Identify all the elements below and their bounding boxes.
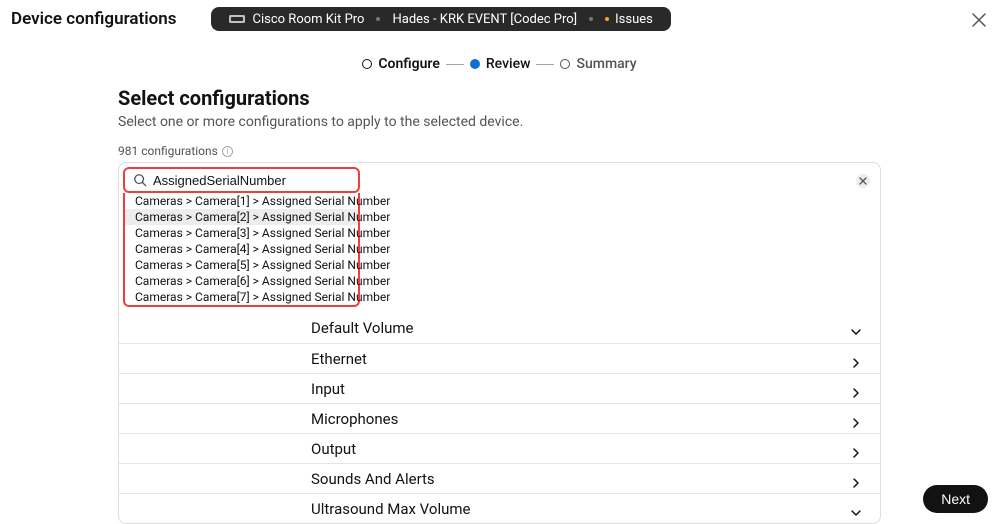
step-label: Summary xyxy=(576,56,636,72)
row-label: Input xyxy=(311,380,345,398)
step-configure: Configure xyxy=(362,56,439,72)
device-name: Hades - KRK EVENT [Codec Pro] xyxy=(392,12,577,27)
separator-dot-icon xyxy=(589,17,593,21)
suggestion-item[interactable]: Cameras > Camera[5] > Assigned Serial Nu… xyxy=(125,257,358,273)
clear-search-button[interactable] xyxy=(856,174,870,188)
close-icon xyxy=(971,12,987,28)
row-microphones[interactable]: Microphones xyxy=(119,403,880,433)
config-rows: Default Volume Ethernet Input Microphone… xyxy=(119,313,880,523)
page-title: Device configurations xyxy=(11,9,177,29)
step-review: Review xyxy=(470,56,531,72)
suggestion-item[interactable]: Cameras > Camera[4] > Assigned Serial Nu… xyxy=(125,241,358,257)
section-title: Select configurations xyxy=(118,86,881,110)
step-circle-icon xyxy=(362,59,372,69)
issues-label: Issues xyxy=(615,12,653,27)
row-output[interactable]: Output xyxy=(119,433,880,463)
search-input[interactable] xyxy=(153,169,350,191)
next-button[interactable]: Next xyxy=(923,485,988,513)
suggestion-item[interactable]: Cameras > Camera[3] > Assigned Serial Nu… xyxy=(125,225,358,241)
context-pill: Cisco Room Kit Pro Hades - KRK EVENT [Co… xyxy=(211,7,671,31)
step-indicator: Configure Review Summary xyxy=(0,38,999,86)
row-label: Ultrasound Max Volume xyxy=(311,500,470,518)
chevron-right-icon xyxy=(850,354,860,364)
search-icon xyxy=(133,173,147,187)
row-default-volume[interactable]: Default Volume xyxy=(119,313,880,343)
config-count: 981 configurations i xyxy=(118,144,881,158)
step-circle-icon xyxy=(560,59,570,69)
separator-dot-icon xyxy=(376,17,380,21)
suggestion-item[interactable]: Cameras > Camera[1] > Assigned Serial Nu… xyxy=(125,193,358,209)
row-label: Default Volume xyxy=(311,319,414,337)
row-label: Output xyxy=(311,440,356,458)
close-icon xyxy=(859,177,867,185)
step-connector-icon xyxy=(446,64,464,65)
suggestion-item[interactable]: Cameras > Camera[6] > Assigned Serial Nu… xyxy=(125,273,358,289)
suggestion-item[interactable]: Cameras > Camera[2] > Assigned Serial Nu… xyxy=(125,209,358,225)
row-sounds-alerts[interactable]: Sounds And Alerts xyxy=(119,463,880,493)
row-label: Microphones xyxy=(311,410,398,428)
row-label: Sounds And Alerts xyxy=(311,470,435,488)
header: Device configurations Cisco Room Kit Pro… xyxy=(0,0,999,38)
section-subtitle: Select one or more configurations to app… xyxy=(118,114,881,130)
suggestion-item[interactable]: Cameras > Camera[7] > Assigned Serial Nu… xyxy=(125,289,358,305)
row-input[interactable]: Input xyxy=(119,373,880,403)
chevron-right-icon xyxy=(850,444,860,454)
step-circle-icon xyxy=(470,59,480,69)
chevron-right-icon xyxy=(850,474,860,484)
chevron-down-icon xyxy=(850,504,860,514)
info-icon[interactable]: i xyxy=(222,146,233,157)
step-summary: Summary xyxy=(560,56,636,72)
device-icon xyxy=(229,14,245,24)
step-label: Configure xyxy=(378,56,439,72)
row-ultrasound[interactable]: Ultrasound Max Volume xyxy=(119,493,880,523)
content: Select configurations Select one or more… xyxy=(0,86,999,524)
step-connector-icon xyxy=(536,64,554,65)
search-area: Cameras > Camera[1] > Assigned Serial Nu… xyxy=(119,163,880,193)
device-model: Cisco Room Kit Pro xyxy=(253,12,365,27)
suggestion-dropdown: Cameras > Camera[1] > Assigned Serial Nu… xyxy=(123,193,360,307)
config-count-text: 981 configurations xyxy=(118,144,218,158)
search-box[interactable] xyxy=(123,167,360,193)
chevron-right-icon xyxy=(850,414,860,424)
config-card: Cameras > Camera[1] > Assigned Serial Nu… xyxy=(118,162,881,524)
row-ethernet[interactable]: Ethernet xyxy=(119,343,880,373)
chevron-down-icon xyxy=(850,323,860,333)
close-button[interactable] xyxy=(970,11,988,29)
step-label: Review xyxy=(486,56,531,72)
row-label: Ethernet xyxy=(311,350,367,368)
status-dot-icon xyxy=(605,17,609,21)
chevron-right-icon xyxy=(850,384,860,394)
